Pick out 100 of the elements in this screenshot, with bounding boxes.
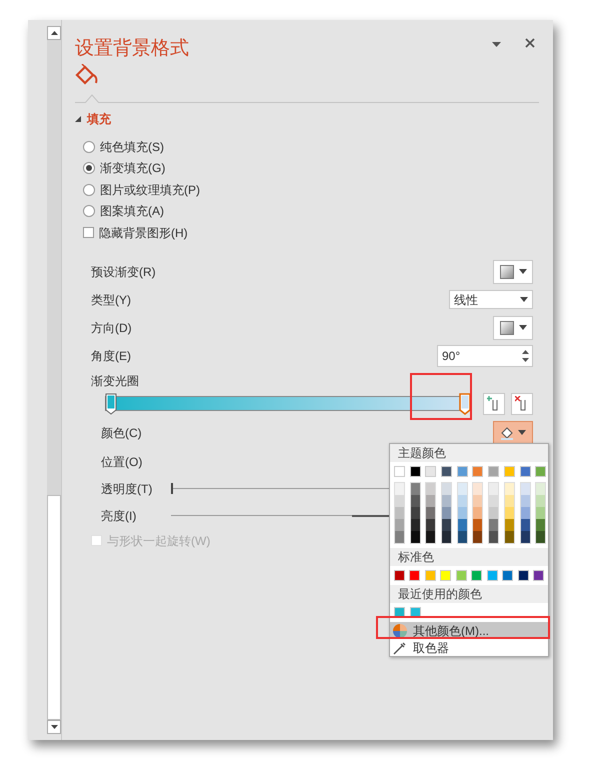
remove-stop-button[interactable] [511, 392, 533, 414]
color-swatch[interactable] [473, 483, 482, 495]
color-swatch[interactable] [442, 495, 452, 507]
pane-options-button[interactable] [492, 42, 501, 47]
color-swatch[interactable] [536, 495, 546, 507]
paint-bucket-icon[interactable] [75, 64, 99, 86]
color-swatch[interactable] [536, 531, 546, 543]
color-swatch[interactable] [489, 495, 498, 507]
angle-spinner[interactable]: 90° [437, 344, 533, 366]
color-swatch[interactable] [458, 507, 467, 519]
color-swatch[interactable] [395, 495, 404, 507]
color-swatch[interactable] [504, 466, 515, 477]
color-swatch[interactable] [536, 483, 546, 495]
color-swatch[interactable] [520, 483, 530, 495]
color-swatch[interactable] [424, 570, 436, 581]
radio-option[interactable]: 图案填充(A) [83, 200, 539, 222]
radio-option[interactable]: 渐变填充(G) [83, 158, 539, 179]
radio-option[interactable]: 纯色填充(S) [83, 136, 539, 158]
add-stop-button[interactable] [483, 392, 505, 414]
color-swatch[interactable] [520, 507, 530, 519]
color-swatch[interactable] [489, 531, 498, 543]
gradient-stop-handle[interactable] [459, 392, 471, 414]
color-swatch[interactable] [533, 570, 544, 581]
angle-value: 90° [442, 348, 460, 364]
color-swatch[interactable] [458, 495, 467, 507]
color-swatch[interactable] [394, 570, 405, 581]
color-swatch[interactable] [489, 507, 498, 519]
color-swatch[interactable] [458, 519, 467, 531]
direction-button[interactable] [493, 316, 533, 340]
color-swatch[interactable] [520, 466, 530, 477]
preset-gradient-button[interactable] [493, 260, 533, 284]
eyedropper-icon [393, 640, 407, 654]
color-swatch[interactable] [471, 570, 482, 581]
color-swatch[interactable] [442, 519, 452, 531]
close-button[interactable] [525, 38, 535, 48]
scroll-thumb[interactable] [47, 495, 61, 720]
color-swatch[interactable] [395, 531, 404, 543]
color-swatch[interactable] [456, 466, 468, 477]
color-swatch[interactable] [458, 531, 467, 543]
color-swatch[interactable] [441, 466, 452, 477]
color-swatch[interactable] [410, 519, 420, 531]
radio-option[interactable]: 图片或纹理填充(P) [83, 179, 539, 200]
color-swatch[interactable] [410, 531, 420, 543]
color-swatch[interactable] [426, 519, 436, 531]
color-swatch[interactable] [442, 531, 452, 543]
color-swatch[interactable] [410, 483, 420, 495]
field-label: 预设渐变(R) [91, 264, 156, 280]
color-swatch[interactable] [504, 519, 514, 531]
color-swatch[interactable] [442, 483, 452, 495]
color-swatch[interactable] [409, 570, 420, 581]
color-swatch[interactable] [395, 519, 404, 531]
color-swatch[interactable] [486, 570, 498, 581]
section-header[interactable]: 填充 [75, 110, 539, 128]
color-swatch[interactable] [535, 466, 546, 477]
field-label: 类型(Y) [91, 292, 131, 308]
color-swatch[interactable] [489, 519, 498, 531]
caret-icon [518, 430, 526, 435]
color-swatch[interactable] [473, 495, 482, 507]
type-dropdown[interactable]: 线性 [449, 290, 533, 309]
color-swatch[interactable] [456, 570, 467, 581]
color-swatch[interactable] [440, 570, 452, 581]
color-swatch[interactable] [395, 507, 404, 519]
menu-item[interactable]: 取色器 [390, 639, 548, 656]
color-swatch[interactable] [458, 483, 467, 495]
color-swatch[interactable] [504, 531, 514, 543]
color-swatch[interactable] [502, 570, 514, 581]
color-swatch[interactable] [426, 483, 436, 495]
color-swatch[interactable] [426, 531, 436, 543]
menu-section-header: 最近使用的颜色 [390, 585, 548, 603]
color-swatch[interactable] [472, 466, 484, 477]
color-swatch[interactable] [489, 483, 498, 495]
color-swatch[interactable] [518, 570, 529, 581]
color-swatch[interactable] [473, 531, 482, 543]
scroll-down-button[interactable] [47, 720, 61, 734]
color-swatch[interactable] [488, 466, 500, 477]
color-swatch[interactable] [426, 495, 436, 507]
color-swatch[interactable] [426, 507, 436, 519]
scroll-up-button[interactable] [47, 26, 61, 40]
color-swatch[interactable] [410, 466, 421, 477]
color-swatch[interactable] [520, 495, 530, 507]
color-picker-button[interactable] [493, 420, 533, 444]
color-swatch[interactable] [473, 507, 482, 519]
color-swatch[interactable] [442, 507, 452, 519]
color-swatch[interactable] [410, 507, 420, 519]
color-swatch[interactable] [410, 495, 420, 507]
color-swatch[interactable] [425, 466, 436, 477]
color-swatch[interactable] [395, 483, 404, 495]
color-swatch[interactable] [394, 466, 405, 477]
color-swatch[interactable] [504, 495, 514, 507]
color-swatch[interactable] [536, 519, 546, 531]
gradient-stops-bar[interactable] [105, 392, 471, 414]
color-swatch[interactable] [536, 507, 546, 519]
color-swatch[interactable] [504, 507, 514, 519]
radio-circle[interactable] [83, 162, 95, 174]
gradient-stop-handle[interactable] [105, 392, 117, 414]
color-swatch[interactable] [504, 483, 514, 495]
color-swatch[interactable] [473, 519, 482, 531]
color-swatch[interactable] [520, 531, 530, 543]
checkbox-option[interactable]: 隐藏背景图形(H) [83, 222, 539, 244]
color-swatch[interactable] [520, 519, 530, 531]
